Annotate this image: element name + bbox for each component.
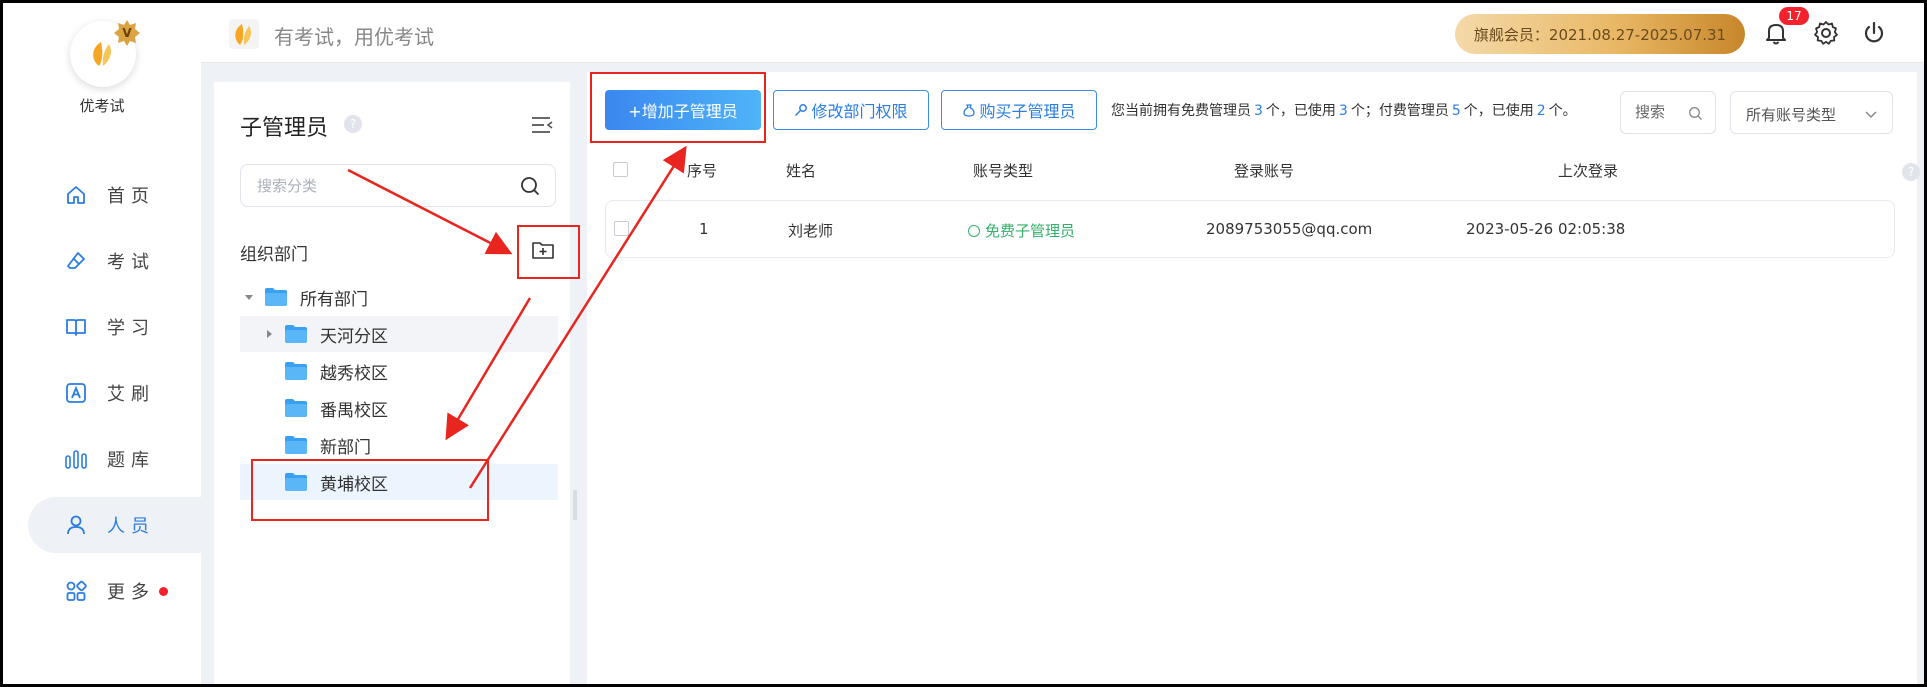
money-bag-icon (963, 104, 976, 117)
edit-dept-permission-button[interactable]: 修改部门权限 (773, 90, 929, 130)
nav-item-study[interactable]: 学习 (28, 299, 203, 355)
free-admin-total: 3 (1254, 103, 1263, 119)
vip-membership-badge[interactable]: 旗舰会员：2021.08.27-2025.07.31 (1455, 14, 1745, 54)
app-name: 优考试 (79, 97, 125, 115)
button-label: 修改部门权限 (811, 102, 908, 121)
tree-node-label: 天河分区 (320, 326, 388, 347)
department-panel: 子管理员 ? 组织部门 所有部门 天河分区 越秀校区 (214, 82, 570, 684)
section-label: 组织部门 (240, 245, 308, 265)
tree-node-label: 番禺校区 (320, 400, 388, 421)
annotation-box-selected-node (251, 459, 489, 521)
column-header: 登录账号 (1234, 162, 1295, 180)
notification-dot (159, 586, 168, 596)
main-content: +增加子管理员 修改部门权限 购买子管理员 您当前拥有免费管理员 3 个，已使用 3 个… (587, 72, 1920, 684)
table-header: 序号 姓名 账号类型 登录账号 上次登录 ? (605, 152, 1920, 188)
category-search[interactable] (240, 164, 556, 207)
help-icon[interactable]: ? (1902, 163, 1920, 181)
folder-icon (285, 399, 307, 417)
paid-admin-used: 2 (1536, 103, 1546, 119)
nav-item-people[interactable]: 人员 (28, 497, 203, 553)
panel-title: 子管理员 (240, 116, 329, 141)
column-header: 姓名 (786, 162, 817, 180)
nav-label: 人员 (107, 516, 155, 537)
row-index: 1 (699, 220, 709, 238)
button-label: 购买子管理员 (979, 102, 1076, 121)
home-icon (63, 182, 89, 208)
top-bar: 有考试，用优考试 旗舰会员：2021.08.27-2025.07.31 17 (201, 3, 1924, 63)
category-search-input[interactable] (257, 175, 497, 197)
tree-node-label: 新部门 (320, 437, 371, 458)
folder-icon (265, 288, 287, 306)
annotation-box-add-button (590, 72, 766, 143)
tree-node-label: 越秀校区 (320, 363, 388, 384)
nav-label: 考试 (107, 252, 155, 273)
column-header: 账号类型 (973, 162, 1034, 180)
app-slogan: 有考试，用优考试 (274, 25, 434, 49)
tree-node[interactable]: 天河分区 (240, 316, 558, 352)
key-icon (795, 104, 808, 117)
eraser-icon (63, 248, 89, 274)
tree-node[interactable]: 新部门 (240, 427, 558, 463)
row-checkbox[interactable] (614, 221, 629, 236)
tree-node-label: 所有部门 (300, 289, 368, 310)
nav-item-bank[interactable]: 题库 (28, 431, 203, 487)
left-nav: V 优考试 首页 考试 学习 艾刷 题库 人员 更多 (3, 3, 203, 684)
nav-label: 艾刷 (107, 384, 155, 405)
collapse-panel-icon[interactable] (530, 114, 554, 136)
book-icon (63, 314, 89, 340)
apps-icon (63, 578, 89, 604)
row-last-login: 2023-05-26 02:05:38 (1466, 220, 1626, 238)
table-row[interactable]: 1 刘老师 免费子管理员 2089753055@qq.com 2023-05-2… (605, 200, 1895, 258)
nav-item-home[interactable]: 首页 (28, 167, 203, 223)
caret-down-icon[interactable] (242, 290, 256, 304)
free-admin-used: 3 (1338, 103, 1348, 119)
nav-label: 首页 (107, 186, 155, 207)
nav-label: 学习 (107, 318, 155, 339)
search-icon[interactable] (519, 175, 541, 197)
annotation-box-add-folder (517, 225, 580, 279)
nav-label: 更多 (107, 582, 155, 603)
vip-badge-letter: V (122, 26, 132, 40)
row-account-type: 免费子管理员 (968, 220, 1075, 241)
folder-icon (285, 362, 307, 380)
buy-sub-admin-button[interactable]: 购买子管理员 (941, 90, 1097, 130)
help-icon[interactable]: ? (344, 115, 362, 133)
folder-icon (285, 325, 307, 343)
select-all-checkbox[interactable] (613, 162, 628, 177)
nav-label: 题库 (107, 450, 155, 471)
row-name: 刘老师 (788, 222, 834, 240)
vip-badge-icon: V (114, 20, 140, 46)
panel-resize-handle[interactable] (573, 490, 577, 520)
power-icon[interactable] (1861, 20, 1887, 46)
admin-search-input[interactable] (1635, 103, 1691, 121)
nav-item-aishua[interactable]: 艾刷 (28, 365, 203, 421)
admin-search[interactable] (1620, 91, 1716, 134)
nav-item-more[interactable]: 更多 (28, 563, 203, 619)
letter-a-icon (63, 380, 89, 406)
tree-node[interactable]: 越秀校区 (240, 353, 558, 389)
column-header: 上次登录 (1558, 162, 1619, 180)
tree-node-all[interactable]: 所有部门 (240, 279, 558, 315)
nav-item-exam[interactable]: 考试 (28, 233, 203, 289)
gear-icon[interactable] (1813, 20, 1839, 46)
account-type-select[interactable]: 所有账号类型 (1730, 91, 1893, 134)
tree-node[interactable]: 番禺校区 (240, 390, 558, 426)
chevron-down-icon (1865, 111, 1877, 119)
bars-icon (63, 446, 89, 472)
folder-icon (285, 436, 307, 454)
select-value: 所有账号类型 (1746, 106, 1837, 124)
quota-info: 您当前拥有免费管理员 3 个，已使用 3 个；付费管理员 5 个，已使用 2 个。 (1111, 103, 1577, 119)
notification-count-badge: 17 (1779, 7, 1809, 25)
status-circle-icon (968, 224, 980, 237)
row-login-account: 2089753055@qq.com (1206, 220, 1373, 238)
column-header: 序号 (687, 162, 718, 180)
caret-right-icon[interactable] (262, 327, 276, 341)
paid-admin-total: 5 (1451, 103, 1461, 119)
search-icon[interactable] (1688, 106, 1703, 121)
person-icon (63, 512, 89, 538)
leaf-logo-icon[interactable] (229, 19, 259, 49)
